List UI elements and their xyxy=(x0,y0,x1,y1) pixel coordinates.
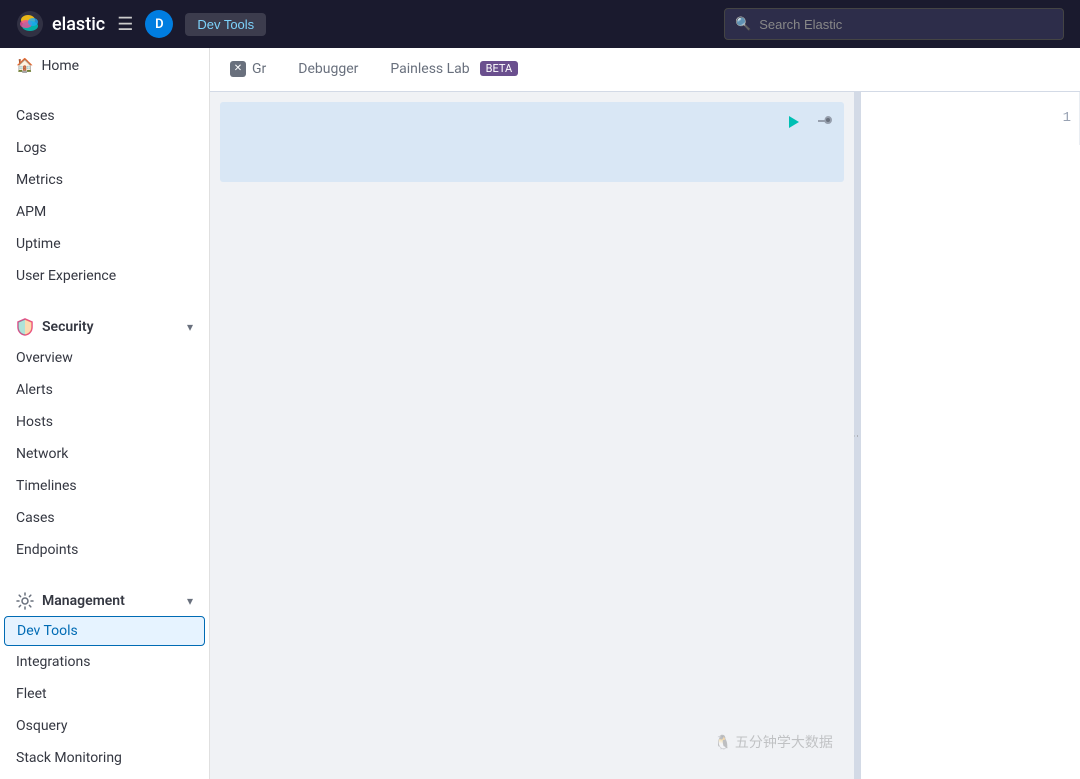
editor-highlight-area xyxy=(220,102,844,182)
tab-bar: ✕ Gr Debugger Painless Lab BETA xyxy=(210,48,1080,92)
play-icon xyxy=(786,114,802,130)
main-layout: 🏠 Home Cases Logs Metrics APM Uptime Use… xyxy=(0,48,1080,779)
sidebar-apm-label: APM xyxy=(16,204,46,220)
home-icon: 🏠 xyxy=(16,58,33,74)
sidebar: 🏠 Home Cases Logs Metrics APM Uptime Use… xyxy=(0,48,210,779)
sidebar-home-label: Home xyxy=(41,58,79,74)
management-section-header[interactable]: Management ▾ xyxy=(0,582,209,616)
editor-input[interactable] xyxy=(210,192,854,779)
sidebar-item-stack-monitoring[interactable]: Stack Monitoring xyxy=(0,742,209,774)
editor-toolbar xyxy=(782,110,836,134)
line-number-1: 1 xyxy=(869,108,1071,129)
sidebar-item-overview[interactable]: Overview xyxy=(0,342,209,374)
tab-painless-lab-label: Painless Lab xyxy=(390,61,469,77)
search-icon: 🔍 xyxy=(735,17,751,32)
right-output-panel: 1 xyxy=(860,92,1080,779)
settings-button[interactable] xyxy=(812,110,836,134)
sidebar-item-stack-management[interactable]: Stack Management xyxy=(0,774,209,779)
search-input[interactable] xyxy=(759,17,1053,32)
sidebar-logs-label: Logs xyxy=(16,140,47,156)
security-chevron-icon: ▾ xyxy=(187,320,193,334)
sidebar-item-logs[interactable]: Logs xyxy=(0,132,209,164)
security-icon xyxy=(16,318,34,336)
tab-gr-label: Gr xyxy=(252,61,266,77)
tab-debugger[interactable]: Debugger xyxy=(282,48,374,91)
security-title-label: Security xyxy=(42,319,94,335)
tab-debugger-label: Debugger xyxy=(298,61,358,77)
left-editor-panel: 🐧 五分钟学大数据 xyxy=(210,92,854,779)
sidebar-item-timelines[interactable]: Timelines xyxy=(0,470,209,502)
sidebar-item-alerts[interactable]: Alerts xyxy=(0,374,209,406)
sidebar-item-osquery[interactable]: Osquery xyxy=(0,710,209,742)
elastic-logo-icon xyxy=(16,10,44,38)
editor-container: 🐧 五分钟学大数据 ⋮ 1 xyxy=(210,92,1080,779)
sidebar-metrics-label: Metrics xyxy=(16,172,63,188)
sidebar-item-dev-tools[interactable]: Dev Tools xyxy=(4,616,205,646)
run-button[interactable] xyxy=(782,110,806,134)
sidebar-uptime-label: Uptime xyxy=(16,236,61,252)
security-section-header[interactable]: Security ▾ xyxy=(0,308,209,342)
sidebar-cases-top-label: Cases xyxy=(16,108,55,124)
management-section-title: Management xyxy=(16,592,125,610)
tab-gr-close-icon[interactable]: ✕ xyxy=(230,61,246,77)
security-section-title: Security xyxy=(16,318,94,336)
sidebar-item-integrations[interactable]: Integrations xyxy=(0,646,209,678)
user-avatar[interactable]: D xyxy=(145,10,173,38)
sidebar-item-cases-top[interactable]: Cases xyxy=(0,100,209,132)
sidebar-item-uptime[interactable]: Uptime xyxy=(0,228,209,260)
management-chevron-icon: ▾ xyxy=(187,594,193,608)
wrench-icon xyxy=(816,114,832,130)
sidebar-item-endpoints[interactable]: Endpoints xyxy=(0,534,209,566)
sidebar-item-fleet[interactable]: Fleet xyxy=(0,678,209,710)
search-bar: 🔍 xyxy=(724,8,1064,40)
top-bar: elastic ☰ D Dev Tools 🔍 xyxy=(0,0,1080,48)
content-area: ✕ Gr Debugger Painless Lab BETA xyxy=(210,48,1080,779)
sidebar-item-metrics[interactable]: Metrics xyxy=(0,164,209,196)
sidebar-item-cases[interactable]: Cases xyxy=(0,502,209,534)
sidebar-item-home[interactable]: 🏠 Home xyxy=(0,48,209,84)
sidebar-item-user-experience[interactable]: User Experience xyxy=(0,260,209,292)
sidebar-item-apm[interactable]: APM xyxy=(0,196,209,228)
line-numbers: 1 xyxy=(861,92,1080,145)
management-gear-icon xyxy=(16,592,34,610)
sidebar-user-experience-label: User Experience xyxy=(16,268,116,284)
dev-tools-breadcrumb[interactable]: Dev Tools xyxy=(185,13,266,36)
tab-painless-lab[interactable]: Painless Lab BETA xyxy=(374,48,534,91)
sidebar-item-hosts[interactable]: Hosts xyxy=(0,406,209,438)
tab-beta-badge: BETA xyxy=(480,61,519,76)
logo: elastic xyxy=(16,10,105,38)
tab-gr[interactable]: ✕ Gr xyxy=(214,48,282,91)
hamburger-menu[interactable]: ☰ xyxy=(117,14,133,35)
sidebar-item-network[interactable]: Network xyxy=(0,438,209,470)
management-title-label: Management xyxy=(42,593,125,609)
logo-text: elastic xyxy=(52,14,105,35)
